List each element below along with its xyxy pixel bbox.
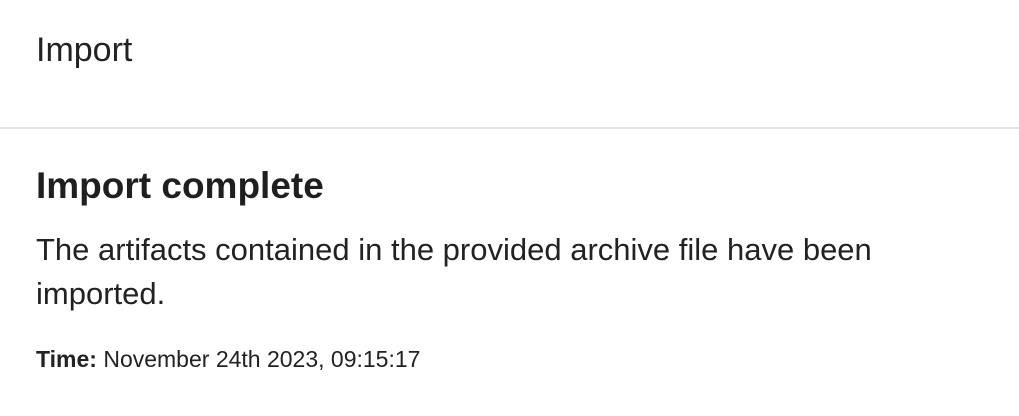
time-label: Time: bbox=[36, 346, 97, 372]
import-time: Time: November 24th 2023, 09:15:17 bbox=[36, 344, 976, 374]
import-result-panel: Import complete The artifacts contained … bbox=[36, 158, 976, 374]
result-message: The artifacts contained in the provided … bbox=[36, 232, 872, 311]
time-value: November 24th 2023, 09:15:17 bbox=[103, 346, 421, 372]
page-title: Import bbox=[36, 31, 133, 69]
result-heading: Import complete bbox=[36, 165, 324, 206]
panel-header: Import bbox=[0, 0, 1019, 129]
